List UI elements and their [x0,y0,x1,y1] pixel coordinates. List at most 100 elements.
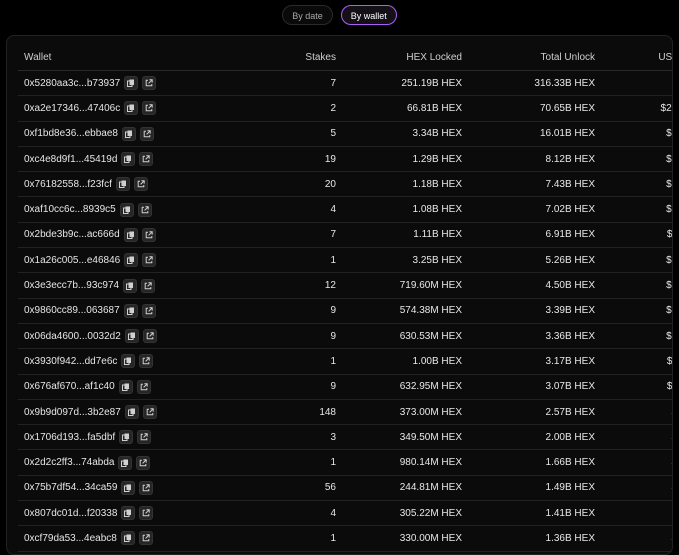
external-link-icon[interactable] [142,76,157,91]
external-link-icon[interactable] [136,379,151,394]
wallet-cell: 0x5280aa3c...b73937 [18,70,250,97]
wallet-address[interactable]: 0x76182558...f23fcf [24,179,112,190]
copy-icon[interactable] [121,480,136,495]
external-link-icon[interactable] [137,202,152,217]
tab-by-date[interactable]: By date [282,5,333,25]
wallet-cell: 0xcf79da53...4eabc8 [18,525,250,552]
wallet-address[interactable]: 0xa2e17346...47406c [24,103,120,114]
copy-icon[interactable] [124,76,139,91]
column-header-hex-locked[interactable]: HEX Locked [342,44,468,71]
hex-locked-cell: 1.00B HEX [342,348,468,375]
usd-cell: $26.98M [601,171,672,198]
wallet-address[interactable]: 0x06da4600...0032d2 [24,331,121,342]
usd-cell: $19.10M [601,247,672,274]
external-link-icon[interactable] [141,303,156,318]
external-link-icon[interactable] [136,455,151,470]
table-row: 0x1a26c005...e46846 13.25B HEX5.26B HEX$1… [18,247,672,274]
view-toggle: By date By wallet [0,5,679,25]
external-link-icon[interactable] [141,278,156,293]
total-unlock-cell: 1.66B HEX [468,449,601,476]
stakes-cell: 4 [250,196,342,223]
column-header-usd[interactable]: USD (est.) [601,44,672,71]
copy-icon[interactable] [124,253,139,268]
copy-icon[interactable] [115,177,130,192]
copy-icon[interactable] [120,531,135,546]
external-link-icon[interactable] [139,506,154,521]
usd-cell: $16.35M [601,272,672,299]
hex-locked-cell: 3.34B HEX [342,121,468,147]
usd-cell: $12.30M [601,298,672,324]
usd-cell: $1.15B [601,70,672,97]
wallet-table-panel: Wallet Stakes HEX Locked Total Unlock US… [6,35,673,555]
wallet-cell: 0x807dc01d...f20338 [18,500,250,527]
wallet-address[interactable]: 0xf1bd8e36...ebbae8 [24,128,118,139]
copy-icon[interactable] [123,227,138,242]
copy-icon[interactable] [121,152,136,167]
total-unlock-cell: 1.41B HEX [468,500,601,527]
wallet-address[interactable]: 0x9b9d097d...3b2e87 [24,407,121,418]
copy-icon[interactable] [124,329,139,344]
external-link-icon[interactable] [142,405,157,419]
copy-icon[interactable] [121,506,136,521]
wallet-cell: 0xf1bd8e36...ebbae8 [18,121,250,147]
wallet-address[interactable]: 0x3e3ecc7b...93c974 [24,280,119,291]
hex-locked-cell: 980.14M HEX [342,449,468,476]
wallet-address[interactable]: 0x2d2c2ff3...74abda [24,457,114,468]
total-unlock-cell: 70.65B HEX [468,95,601,122]
usd-cell: $256.62M [601,95,672,122]
wallet-address[interactable]: 0x2bde3b9c...ac666d [24,229,120,240]
copy-icon[interactable] [119,202,134,217]
copy-icon[interactable] [118,455,133,470]
external-link-icon[interactable] [141,227,156,242]
column-header-wallet[interactable]: Wallet [18,44,250,71]
total-unlock-cell: 316.33B HEX [468,70,601,97]
wallet-address[interactable]: 0x1a26c005...e46846 [24,255,120,266]
column-header-stakes[interactable]: Stakes [250,44,342,71]
external-link-icon[interactable] [139,126,154,141]
table-row: 0x9860cc89...063687 9 574.38M HEX 3.39B HEX… [18,298,672,324]
hex-locked-cell: 66.81B HEX [342,95,468,122]
external-link-icon[interactable] [142,329,157,344]
wallet-address[interactable]: 0x5280aa3c...b73937 [24,78,120,89]
copy-icon[interactable] [123,303,138,318]
wallet-address[interactable]: 0x3930f942...dd7e6c [24,356,117,367]
copy-icon[interactable] [119,430,134,445]
table-row: 0x1706d193...fa5dbf 3 349.50M HEX 2.00B HEX… [18,424,672,451]
wallet-address[interactable]: 0x676af670...af1c40 [24,381,115,392]
wallet-address[interactable]: 0x75b7df54...34ca59 [24,482,117,493]
table-row: 0x3930f942...dd7e6c 11.00B HEX3.17B HEX$1… [18,348,672,375]
wallet-cell: 0xa2e17346...47406c [18,95,250,122]
wallet-address[interactable]: 0xcf79da53...4eabc8 [24,533,117,544]
wallet-cell: 0x3e3ecc7b...93c974 [18,272,250,299]
wallet-cell: 0x676af670...af1c40 [18,374,250,400]
external-link-icon[interactable] [133,177,148,192]
external-link-icon[interactable] [138,531,153,546]
total-unlock-cell: 1.36B HEX [468,525,601,552]
external-link-icon[interactable] [139,354,154,369]
external-link-icon[interactable] [142,253,157,268]
external-link-icon[interactable] [139,480,154,495]
stakes-cell: 9 [250,323,342,350]
total-unlock-cell: 3.39B HEX [468,298,601,324]
copy-icon[interactable] [121,126,136,141]
copy-icon[interactable] [124,101,139,116]
wallet-address[interactable]: 0x1706d193...fa5dbf [24,432,115,443]
hex-locked-cell: 251.19B HEX [342,70,468,97]
copy-icon[interactable] [121,354,136,369]
tab-by-wallet[interactable]: By wallet [340,5,397,25]
copy-icon[interactable] [123,278,138,293]
external-link-icon[interactable] [139,152,154,167]
external-link-icon[interactable] [137,430,152,445]
stakes-cell: 2 [250,95,342,122]
external-link-icon[interactable] [142,101,157,116]
wallet-address[interactable]: 0x807dc01d...f20338 [24,508,117,519]
stakes-cell: 1 [250,247,342,274]
wallet-address[interactable]: 0xc4e8d9f1...45419d [24,154,117,165]
column-header-total-unlock[interactable]: Total Unlock [468,44,601,71]
wallet-address[interactable]: 0x9860cc89...063687 [24,305,120,316]
copy-icon[interactable] [124,405,139,419]
wallet-cell: 0x9b9d097d...3b2e87 [18,399,250,426]
wallet-address[interactable]: 0xaf10cc6c...8939c5 [24,204,116,215]
table-row: 0x5280aa3c...b73937 7 251.19B HEX 316.33B H… [18,70,672,97]
copy-icon[interactable] [118,379,133,394]
